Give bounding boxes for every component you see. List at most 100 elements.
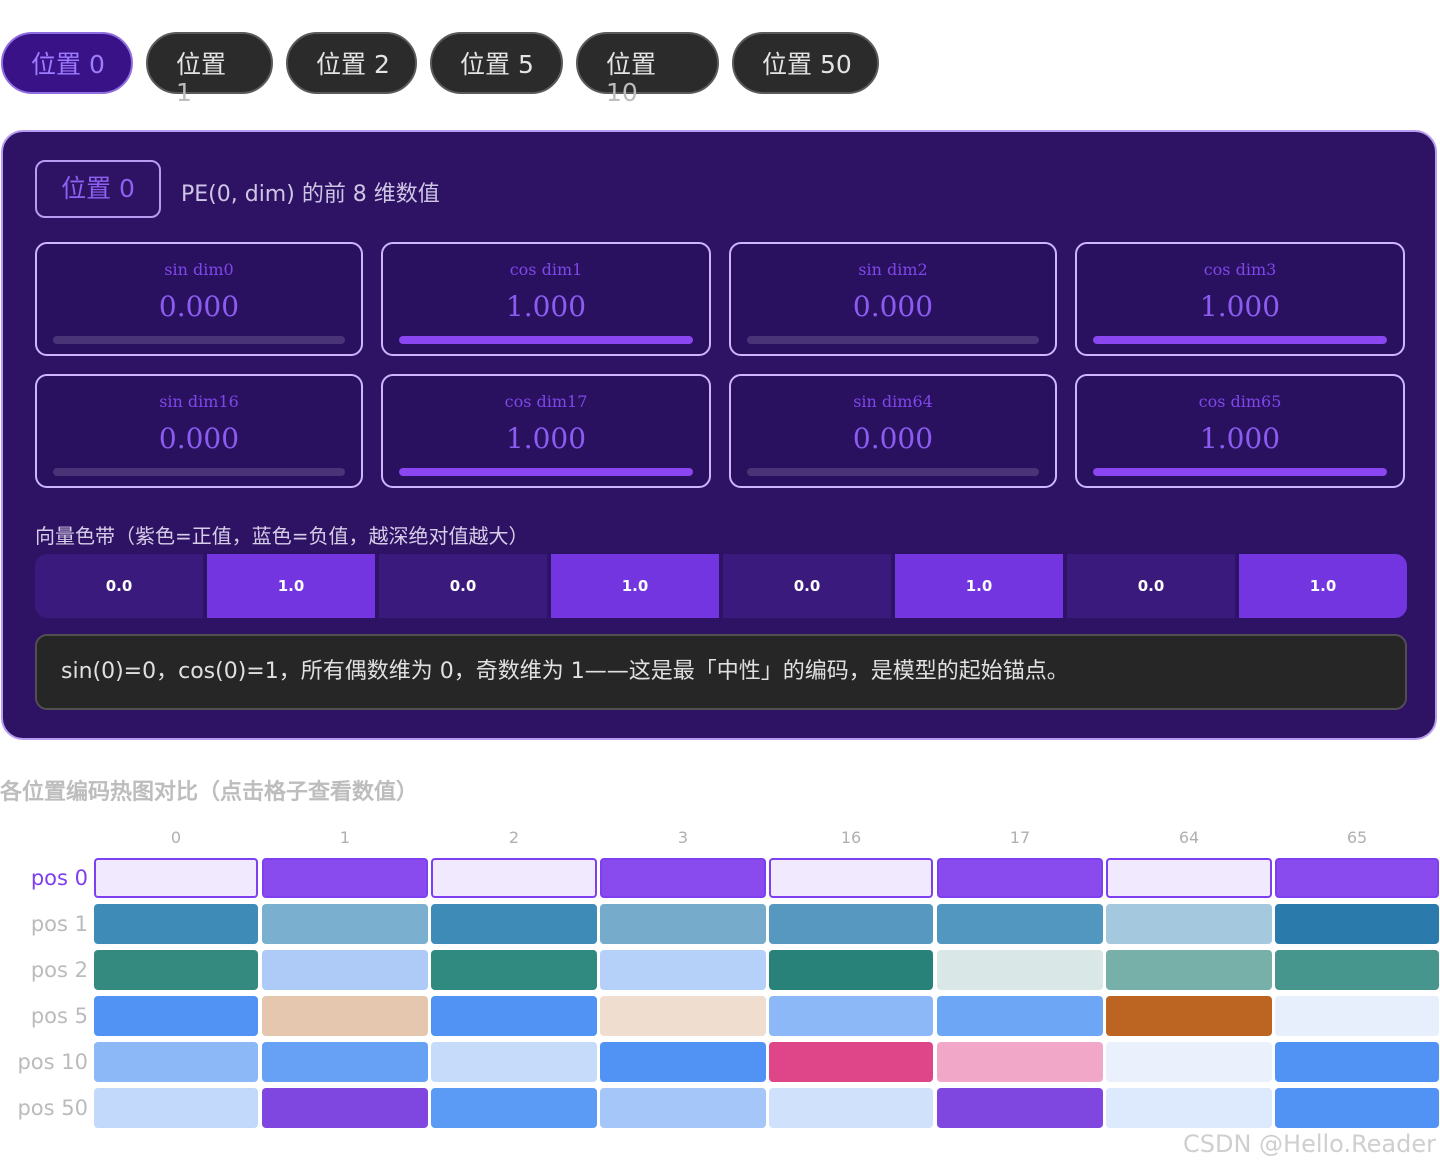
heatmap-cell[interactable] [94, 1088, 258, 1128]
heatmap-cell[interactable] [600, 1042, 766, 1082]
band-segment: 1.0 [207, 554, 379, 618]
heatmap-cell[interactable] [769, 1088, 933, 1128]
heatmap-cell[interactable] [1106, 1088, 1272, 1128]
heatmap-column-header: 64 [1178, 828, 1200, 847]
panel-title: PE(0, dim) 的前 8 维数值 [181, 182, 440, 207]
band-segment: 0.0 [1067, 554, 1239, 618]
heatmap-cell[interactable] [769, 950, 933, 990]
tab-label-overflow: 1 [176, 78, 192, 107]
heatmap-cell[interactable] [262, 858, 428, 898]
dimension-label: cos dim3 [1203, 260, 1277, 279]
tab-position-0[interactable]: 位置 0 [1, 32, 133, 94]
position-detail-panel: 位置 0 PE(0, dim) 的前 8 维数值 sin dim0 0.000 co… [1, 130, 1437, 740]
value-bar [1093, 468, 1387, 476]
heatmap-cell[interactable] [262, 996, 428, 1036]
value-bar [53, 336, 345, 344]
heatmap-cell[interactable] [94, 1042, 258, 1082]
value-bar [1093, 336, 1387, 344]
tab-label: 位置 [176, 50, 227, 79]
tab-label-overflow: 10 [606, 78, 638, 107]
value-bar-fill [1093, 336, 1387, 344]
heatmap-cell[interactable] [431, 996, 597, 1036]
heatmap-column-header: 65 [1346, 828, 1368, 847]
dimension-card: sin dim0 0.000 [35, 242, 363, 356]
heatmap-cell[interactable] [1106, 904, 1272, 944]
dimension-card: sin dim16 0.000 [35, 374, 363, 488]
heatmap-cell[interactable] [262, 904, 428, 944]
heatmap-cell[interactable] [600, 996, 766, 1036]
heatmap-column-header: 16 [840, 828, 862, 847]
heatmap-cell[interactable] [262, 950, 428, 990]
tab-position-10[interactable]: 位置 10 [576, 32, 719, 107]
heatmap-cell[interactable] [937, 858, 1103, 898]
heatmap-cell[interactable] [431, 1042, 597, 1082]
dimension-card: sin dim64 0.000 [729, 374, 1057, 488]
dimension-label: cos dim17 [504, 392, 588, 411]
heatmap-cell[interactable] [1275, 1088, 1439, 1128]
heatmap-cell[interactable] [937, 904, 1103, 944]
tab-position-50[interactable]: 位置 50 [732, 32, 879, 94]
heatmap-row-label: pos 0 [30, 866, 88, 890]
value-bar [747, 468, 1039, 476]
dimension-label: sin dim16 [159, 392, 239, 411]
heatmap-cell[interactable] [431, 1088, 597, 1128]
heatmap-cell[interactable] [262, 1088, 428, 1128]
heatmap-cell[interactable] [600, 1088, 766, 1128]
heatmap-cell[interactable] [937, 996, 1103, 1036]
vector-color-band: 0.0 1.0 0.0 1.0 0.0 1.0 0.0 1.0 [35, 554, 1407, 618]
dimension-value: 1.000 [505, 290, 587, 323]
heatmap-cell[interactable] [600, 858, 766, 898]
dimension-value: 0.000 [852, 290, 934, 323]
heatmap-cell[interactable] [769, 1042, 933, 1082]
heatmap-cell[interactable] [1106, 858, 1272, 898]
dimension-label: sin dim0 [164, 260, 234, 279]
heatmap-column-header: 17 [1009, 828, 1031, 847]
band-segment: 0.0 [723, 554, 895, 618]
tab-position-1[interactable]: 位置 1 [146, 32, 273, 107]
heatmap-row-label: pos 1 [30, 912, 88, 936]
heatmap-cell[interactable] [769, 904, 933, 944]
heatmap-row-label: pos 50 [17, 1096, 88, 1120]
heatmap-cell[interactable] [94, 996, 258, 1036]
tab-label: 位置 5 [460, 50, 534, 79]
heatmap-cell[interactable] [1275, 1042, 1439, 1082]
heatmap-cell[interactable] [600, 950, 766, 990]
heatmap-cell[interactable] [431, 950, 597, 990]
heatmap-cell[interactable] [937, 1042, 1103, 1082]
heatmap-cell[interactable] [94, 950, 258, 990]
dimension-value: 0.000 [852, 422, 934, 455]
heatmap-cell[interactable] [937, 950, 1103, 990]
band-segment: 0.0 [379, 554, 551, 618]
heatmap-cell[interactable] [94, 904, 258, 944]
heatmap-cell[interactable] [937, 1088, 1103, 1128]
heatmap-cell[interactable] [94, 858, 258, 898]
heatmap-cell[interactable] [431, 858, 597, 898]
tab-position-2[interactable]: 位置 2 [286, 32, 417, 94]
heatmap-cell[interactable] [431, 904, 597, 944]
band-segment: 0.0 [35, 554, 207, 618]
heatmap-cell[interactable] [769, 858, 933, 898]
dimension-label: cos dim65 [1198, 392, 1282, 411]
heatmap-cell[interactable] [1106, 1042, 1272, 1082]
position-badge: 位置 0 [35, 160, 161, 218]
heatmap-column-header: 1 [339, 828, 351, 847]
value-bar [399, 336, 693, 344]
heatmap-cell[interactable] [1275, 950, 1439, 990]
heatmap-cell[interactable] [262, 1042, 428, 1082]
tab-position-5[interactable]: 位置 5 [430, 32, 563, 94]
dimension-value: 1.000 [1199, 422, 1281, 455]
heatmap-row-label: pos 10 [17, 1050, 88, 1074]
heatmap-cell[interactable] [1275, 858, 1439, 898]
explanation-note: sin(0)=0，cos(0)=1，所有偶数维为 0，奇数维为 1——这是最「中… [35, 634, 1407, 710]
dimension-value: 1.000 [505, 422, 587, 455]
heatmap-cell[interactable] [1275, 996, 1439, 1036]
heatmap-cell[interactable] [1106, 996, 1272, 1036]
heatmap-cell[interactable] [1106, 950, 1272, 990]
heatmap-row-label: pos 5 [30, 1004, 88, 1028]
heatmap-cell[interactable] [1275, 904, 1439, 944]
value-bar [399, 468, 693, 476]
heatmap-cell[interactable] [769, 996, 933, 1036]
heatmap-cell[interactable] [600, 904, 766, 944]
value-bar-fill [1093, 468, 1387, 476]
tab-label: 位置 50 [762, 50, 852, 79]
